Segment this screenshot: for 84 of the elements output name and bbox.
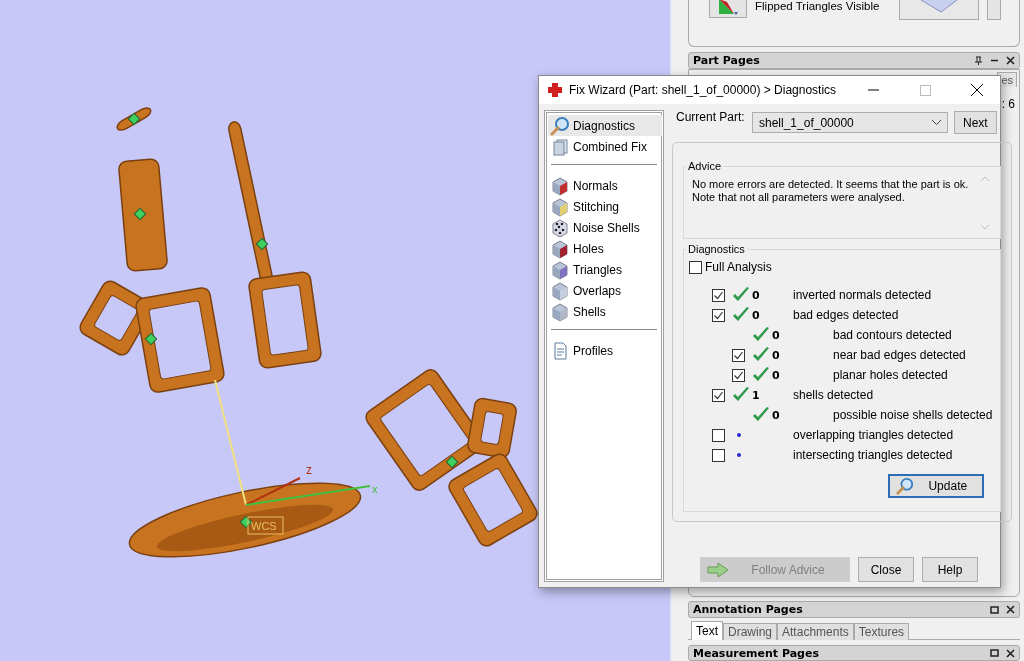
update-button[interactable]: Update <box>888 474 985 498</box>
current-part-label: Current Part: <box>676 110 746 124</box>
checkbox[interactable] <box>712 448 725 462</box>
origin-label: WCS <box>251 520 277 532</box>
diagnostic-label: overlapping triangles detected <box>793 428 954 442</box>
checkmark-icon <box>732 387 750 403</box>
cross-icon <box>547 82 563 98</box>
checkmark-icon <box>752 367 770 383</box>
checkmark-icon <box>752 327 770 343</box>
tab[interactable]: Textures <box>853 623 910 640</box>
checkmark-icon <box>752 347 770 363</box>
nav-item[interactable]: Holes <box>548 238 662 259</box>
dice-icon <box>550 217 570 238</box>
close-icon <box>971 84 983 96</box>
diagnostic-label: shells detected <box>793 388 874 402</box>
nav-item[interactable]: Profiles <box>548 340 662 361</box>
nav-item[interactable]: Combined Fix <box>548 136 662 157</box>
maximize-button[interactable] <box>989 647 999 659</box>
advice-text: No more errors are detected. It seems that the part is ok. Note that not all parameters were analysed. <box>692 177 970 205</box>
nav-item[interactable]: Stitching <box>548 196 662 217</box>
count-text: 0 <box>772 368 780 382</box>
diagnostic-label: bad contours detected <box>832 328 952 342</box>
count-text: 0 <box>752 308 760 322</box>
diagnostic-label: bad edges detected <box>793 308 899 322</box>
count-text: 1 <box>752 388 760 402</box>
diagnostic-label: planar holes detected <box>832 368 948 382</box>
checkbox[interactable] <box>712 288 725 302</box>
part-dropdown[interactable]: shell_1_of_00000 <box>752 112 948 133</box>
diagnostic-label: near bad edges detected <box>832 348 966 362</box>
checkbox[interactable] <box>732 368 745 382</box>
count-text: 0 <box>772 328 780 342</box>
count-text: 0 <box>772 348 780 362</box>
checkmark-icon <box>752 407 770 423</box>
checkmark-icon <box>732 307 750 323</box>
nav-item[interactable]: Overlaps <box>548 280 662 301</box>
diagnostic-label: possible noise shells detected <box>832 408 993 422</box>
minimize-icon <box>867 89 879 91</box>
panel-title: Annotation Pages <box>693 603 804 616</box>
close-button[interactable] <box>1005 54 1015 67</box>
next-button[interactable]: Next <box>954 111 997 134</box>
axis-label: x <box>372 483 378 495</box>
checkbox[interactable] <box>712 428 725 442</box>
checkbox-label: Full Analysis <box>705 260 772 274</box>
dot-icon <box>737 433 741 437</box>
nav-item[interactable]: Diagnostics <box>548 115 662 136</box>
nav-item[interactable]: Noise Shells <box>548 217 662 238</box>
panel-title: Measurement Pages <box>693 646 820 660</box>
checkbox[interactable] <box>732 348 745 362</box>
chevron-icon <box>932 120 941 125</box>
flipped-triangles-button[interactable] <box>709 0 747 18</box>
info-text: : 6 <box>1001 97 1016 111</box>
dot-icon <box>737 453 741 457</box>
tab[interactable]: Drawing <box>723 623 778 640</box>
diagnostic-label: inverted normals detected <box>793 288 932 302</box>
close-button[interactable] <box>1005 603 1015 616</box>
flipped-triangles-label: Flipped Triangles Visible <box>755 0 881 12</box>
checkbox[interactable] <box>712 308 725 322</box>
minimize-icon <box>990 59 998 62</box>
maximize-button[interactable] <box>989 603 999 616</box>
search-icon <box>550 115 570 136</box>
search-icon <box>896 477 915 495</box>
axis-label: z <box>306 463 312 477</box>
close-button[interactable] <box>1005 647 1015 659</box>
arrow-icon <box>707 561 729 578</box>
nav-item[interactable]: Normals <box>548 175 662 196</box>
checkmark-icon <box>732 287 750 303</box>
dialog-button[interactable]: Close <box>858 557 914 582</box>
nav-item[interactable]: Shells <box>548 301 662 322</box>
dialog-button[interactable]: Help <box>922 557 978 582</box>
maximize-icon <box>919 84 931 96</box>
count-text: 0 <box>752 288 760 302</box>
sheets-icon <box>550 136 570 157</box>
checkbox[interactable] <box>712 388 725 402</box>
triangle-icon <box>717 0 739 16</box>
count-text: 0 <box>772 408 780 422</box>
diagnostic-label: intersecting triangles detected <box>793 448 953 462</box>
group-title: Advice <box>687 160 723 172</box>
panel-title: Part Pages <box>693 54 761 67</box>
pin-button[interactable] <box>973 54 983 67</box>
checkbox[interactable] <box>689 260 702 274</box>
tab[interactable]: Text <box>691 621 723 640</box>
nav-item[interactable]: Triangles <box>548 259 662 280</box>
tab[interactable]: Attachments <box>777 623 854 640</box>
group-title: Diagnostics <box>687 243 746 255</box>
